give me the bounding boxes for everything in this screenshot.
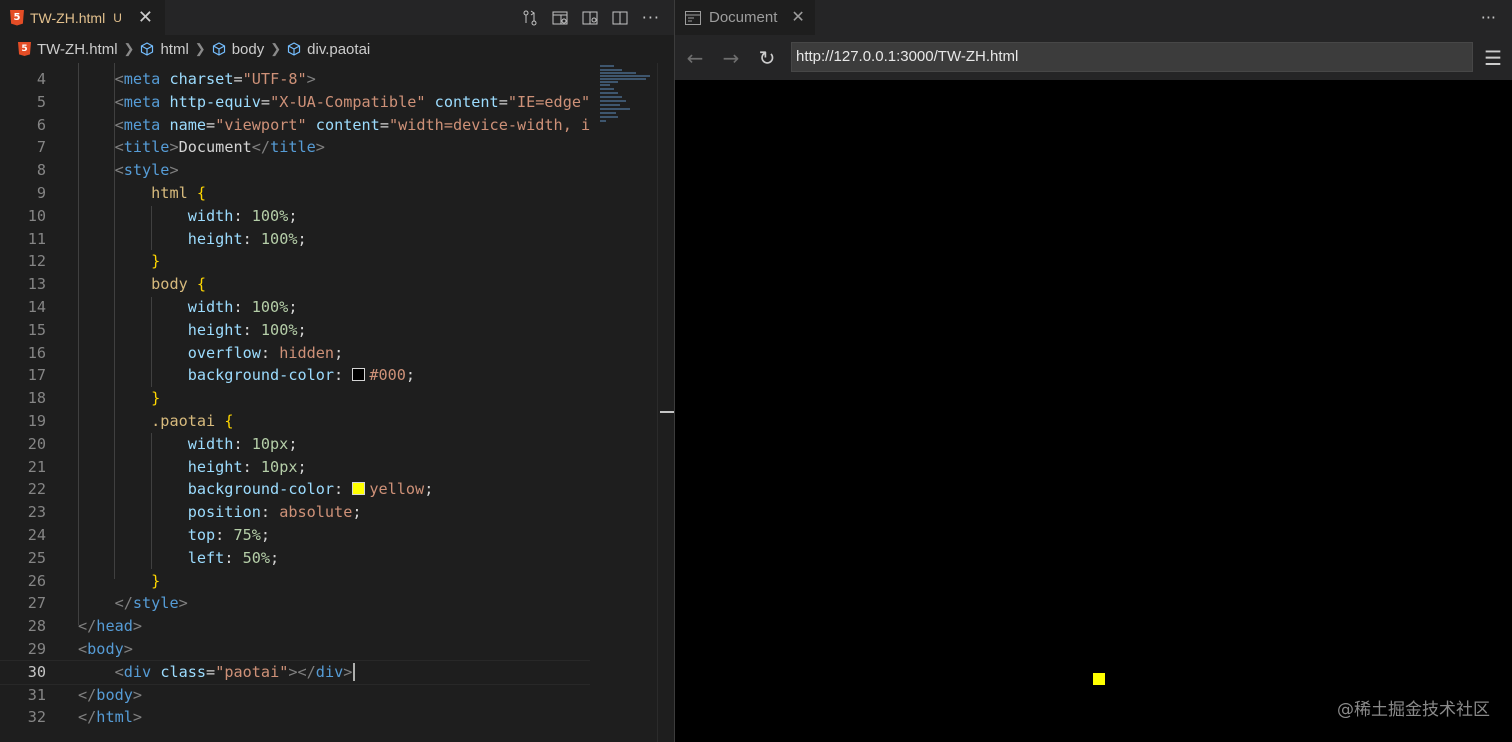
code-line: 8 <style> [36,161,179,180]
tab-filename: TW-ZH.html [30,9,106,26]
code-line: 12 } [27,252,161,271]
compare-changes-icon[interactable] [522,10,538,26]
code-editor[interactable]: 5 TW-ZH.html U ✕ ··· 5 TW-ZH.html ❯ html… [0,0,674,742]
code-line: 21 height: 10px; [27,457,307,476]
preview-tab-title: Document [709,9,778,26]
chevron-right-icon: ❯ [194,41,206,56]
breadcrumb-div-paotai[interactable]: div.paotai [287,41,370,58]
url-input[interactable]: http://127.0.0.1:3000/TW-ZH.html [791,42,1473,72]
code-line: 10 width: 100%; [27,206,298,225]
minimap-line [600,81,618,83]
minimap-line [600,78,646,80]
chevron-right-icon: ❯ [270,41,282,56]
chevron-right-icon: ❯ [123,41,135,56]
cursor-position-marker [660,411,674,413]
preview-side-icon[interactable] [582,10,598,26]
minimap-line [600,104,620,106]
preview-tab-bar: Document ✕ ··· [675,0,1512,35]
yellow-square-paotai [1093,673,1105,685]
editor-scrollbar[interactable] [657,63,674,742]
split-editor-icon[interactable] [612,10,628,26]
breadcrumb: 5 TW-ZH.html ❯ html ❯ body ❯ div.paotai [0,35,674,63]
browser-preview-icon [685,10,701,25]
code-line: 26 } [27,571,161,590]
code-line: 5 <meta http-equiv="X-UA-Compatible" con… [36,92,590,111]
minimap-line [600,75,650,77]
code-line: 32 </html> [27,708,143,727]
code-line: 22 background-color: yellow; [27,480,434,499]
code-area[interactable]: 4 <meta charset="UTF-8"> 5 <meta http-eq… [0,63,590,742]
code-line: 16 overflow: hidden; [27,343,344,362]
minimap-line [600,65,614,67]
editor-actions: ··· [522,0,660,35]
minimap-line [600,88,614,90]
code-line: 11 height: 100%; [27,229,307,248]
code-line: 23 position: absolute; [27,503,362,522]
color-swatch-black[interactable] [352,368,366,382]
rendered-page: @稀土掘金技术社区 [675,80,1512,742]
hamburger-menu-icon[interactable]: ☰ [1484,46,1502,70]
minimap-line [600,100,626,102]
code-line: 4 <meta charset="UTF-8"> [36,70,316,88]
reload-icon[interactable]: ↻ [749,46,785,70]
minimap-line [600,112,616,114]
code-line: 19 .paotai { [27,411,234,430]
minimap-line [600,108,630,110]
back-arrow-icon[interactable]: ← [677,46,713,70]
open-preview-icon[interactable] [552,10,568,26]
breadcrumb-html[interactable]: html [140,41,189,58]
element-cube-icon [288,42,301,56]
browser-preview: Document ✕ ··· ← → ↻ http://127.0.0.1:30… [675,0,1512,742]
more-actions-icon[interactable]: ··· [1481,0,1496,35]
code-line: 24 top: 75%; [27,525,271,544]
tab-untracked-badge: U [113,10,122,25]
html5-icon: 5 [10,9,24,26]
minimap-line [600,72,636,74]
minimap-line [600,69,622,71]
color-swatch-yellow[interactable] [352,482,366,496]
code-line: 20 width: 10px; [27,434,298,453]
code-line: 15 height: 100%; [27,320,307,339]
more-actions-icon[interactable]: ··· [642,8,660,27]
code-line: 28 </head> [27,617,143,636]
minimap-line [600,92,618,94]
minimap-line [600,84,610,86]
text-cursor [353,663,356,682]
element-cube-icon [212,42,225,56]
code-line: 18 } [27,389,161,408]
code-line: 27 </style> [27,594,188,613]
minimap-line [600,96,622,98]
code-line: 25 left: 50%; [27,548,280,567]
code-line-current: 30 <div class="paotai"></div> [0,659,590,685]
editor-tab-bar: 5 TW-ZH.html U ✕ ··· [0,0,674,35]
browser-navbar: ← → ↻ http://127.0.0.1:3000/TW-ZH.html ☰ [675,35,1512,80]
tab-document[interactable]: Document ✕ [675,0,815,35]
code-line: 7 <title>Document</title> [36,138,325,157]
code-line: 6 <meta name="viewport" content="width=d… [36,115,590,134]
forward-arrow-icon[interactable]: → [713,46,749,70]
tab-tw-zh-html[interactable]: 5 TW-ZH.html U ✕ [0,0,165,35]
breadcrumb-file[interactable]: 5 TW-ZH.html [18,41,118,58]
close-icon[interactable]: ✕ [791,9,804,26]
minimap-line [600,116,618,118]
code-line: 17 background-color: #000; [27,366,416,385]
code-line: 13 body { [27,275,207,294]
close-icon[interactable]: ✕ [138,8,153,27]
code-line: 31 </body> [27,685,143,704]
breadcrumb-body[interactable]: body [212,41,264,58]
code-line: 14 width: 100%; [27,297,298,316]
minimap[interactable] [590,63,657,742]
element-cube-icon [141,42,154,56]
html5-icon: 5 [18,42,31,56]
code-line: 9 html { [36,183,207,202]
code-line: 29 <body> [27,639,133,658]
minimap-line [600,120,606,122]
watermark: @稀土掘金技术社区 [1337,700,1490,720]
